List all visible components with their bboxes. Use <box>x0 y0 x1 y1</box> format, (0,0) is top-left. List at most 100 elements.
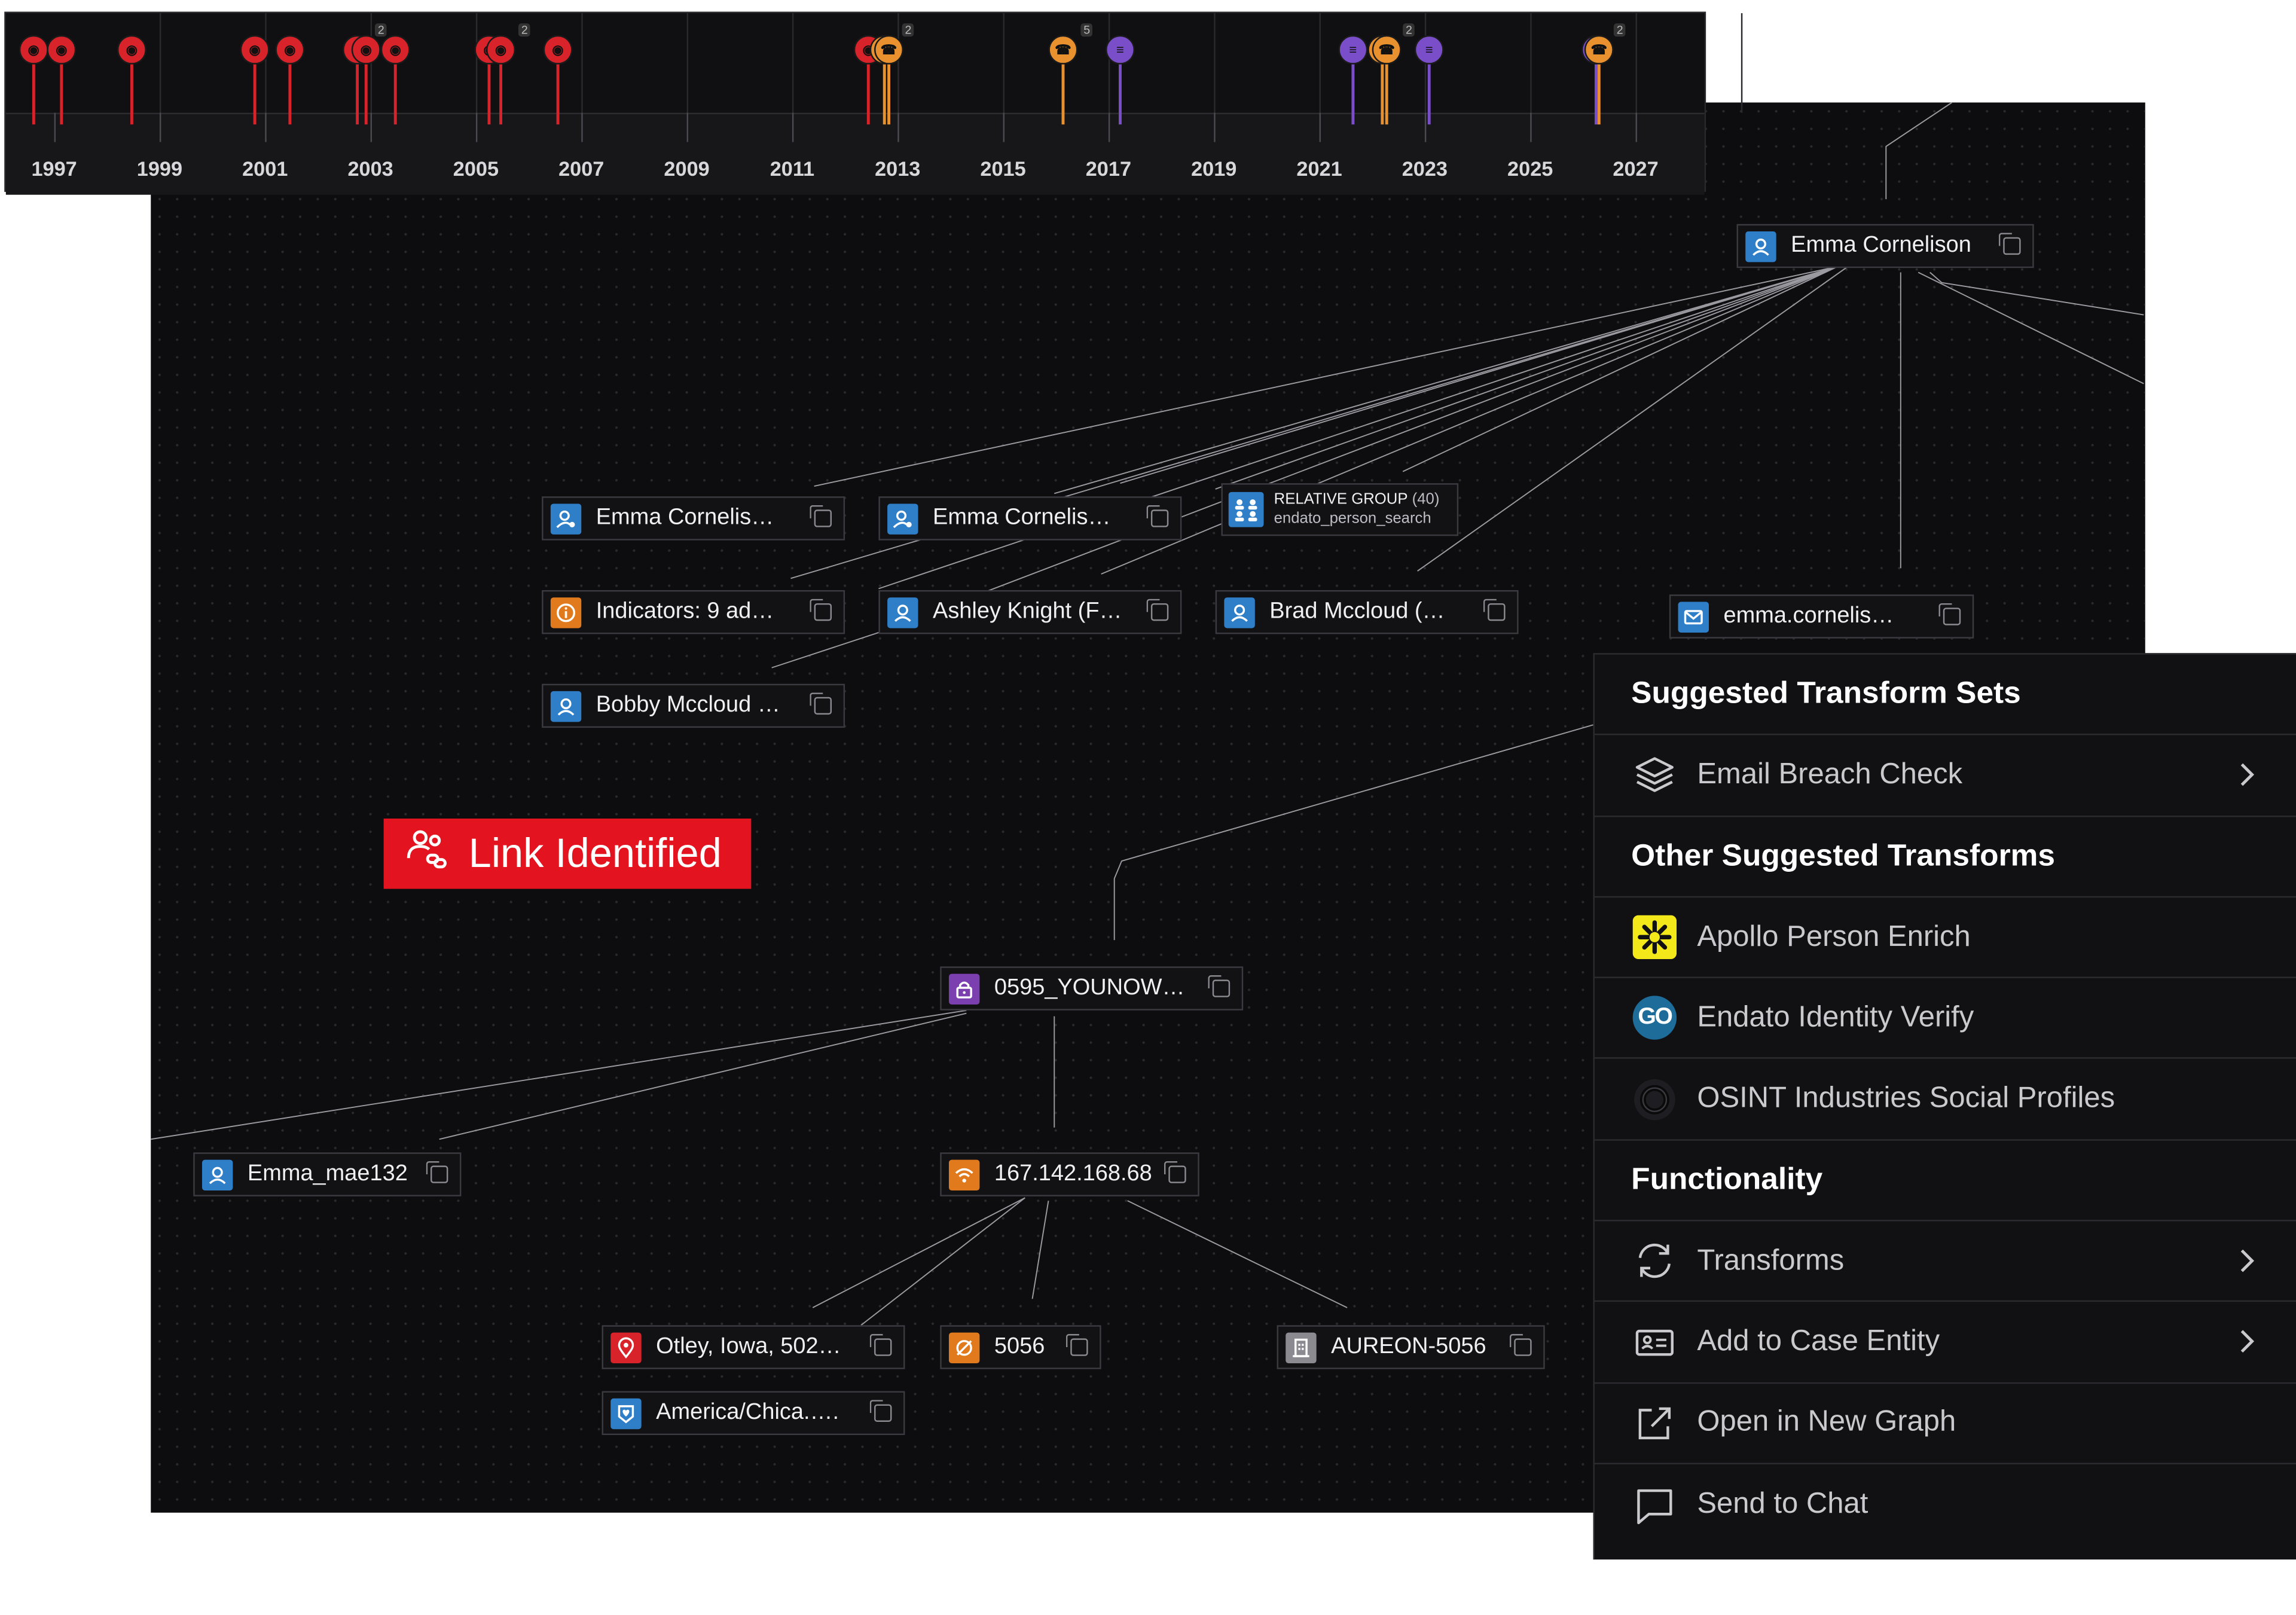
timeline-gridline <box>581 13 583 113</box>
chat-bubble-icon <box>1631 1481 1678 1528</box>
chevron-right-icon <box>2237 1248 2255 1283</box>
timeline-gridline <box>265 13 267 113</box>
location-event-icon[interactable]: ◉ <box>19 35 48 65</box>
node-label: AUREON-5056 <box>1331 1334 1486 1359</box>
timeline-gridline <box>897 13 899 113</box>
node-emma-cornelison-root[interactable]: Emma Cornelison <box>1736 224 2034 268</box>
timeline-pin-stem <box>1595 63 1598 125</box>
timeline-panel[interactable]: 1997 1999 2001 2003 2005 2007 2009 2011 2013 2015… <box>4 11 1743 195</box>
location-event-icon[interactable]: ◉ <box>240 35 270 65</box>
timeline-pin-stem <box>1385 63 1388 125</box>
timeline-year-label: 2007 <box>558 157 604 181</box>
endato-logo-text: GO <box>1632 996 1677 1040</box>
location-event-icon[interactable]: ◉ <box>117 35 146 65</box>
link-identified-badge: Link Identified <box>383 818 752 889</box>
copy-icon[interactable] <box>1938 603 1961 625</box>
node-emma-cornelison-2[interactable]: Emma Cornelis… <box>878 496 1182 541</box>
menu-item-open-in-new-graph[interactable]: Open in New Graph <box>1594 1384 2296 1464</box>
location-event-icon[interactable]: ◉ <box>543 35 573 65</box>
menu-item-osint-industries-social-profiles[interactable]: OSINT Industries Social Profiles <box>1594 1060 2296 1141</box>
location-event-icon[interactable]: ◉ <box>486 35 516 65</box>
copy-icon[interactable] <box>426 1161 448 1183</box>
location-event-icon[interactable]: ◉ <box>47 35 77 65</box>
node-location[interactable]: Otley, Iowa, 502… <box>602 1325 905 1369</box>
mail-icon <box>1678 601 1709 632</box>
document-event-icon[interactable]: ≡ <box>1414 35 1444 65</box>
node-label: Emma Cornelis… <box>933 505 1111 530</box>
node-label: Brad Mccloud (… <box>1269 599 1445 624</box>
node-brad-mccloud[interactable]: Brad Mccloud (… <box>1215 590 1519 634</box>
copy-icon[interactable] <box>810 505 832 527</box>
location-pin-icon <box>610 1332 642 1363</box>
node-email[interactable]: emma.cornelis… <box>1669 594 1974 639</box>
timeline-year-label: 2013 <box>875 157 921 181</box>
menu-item-transforms[interactable]: Transforms <box>1594 1222 2296 1303</box>
phone-event-icon[interactable]: ☎ <box>1048 35 1078 65</box>
copy-icon[interactable] <box>1998 233 2021 255</box>
node-organization[interactable]: AUREON-5056 <box>1277 1325 1545 1369</box>
node-indicators[interactable]: Indicators: 9 ad… <box>542 590 845 634</box>
copy-icon[interactable] <box>1208 975 1231 997</box>
menu-item-label: Open in New Graph <box>1697 1406 1956 1439</box>
node-ip-address[interactable]: 167.142.168.68 <box>940 1152 1199 1196</box>
location-event-icon[interactable]: ◉ <box>275 35 305 65</box>
menu-item-send-to-chat[interactable]: Send to Chat <box>1595 1464 2296 1545</box>
copy-icon[interactable] <box>869 1334 892 1356</box>
chevron-right-icon <box>2237 1329 2255 1364</box>
timeline-pin-stem <box>1428 63 1431 125</box>
copy-icon[interactable] <box>1146 599 1169 621</box>
phone-event-icon[interactable]: ☎ <box>1584 35 1614 65</box>
timeline-tick <box>581 112 583 142</box>
node-ashley-knight[interactable]: Ashley Knight (F… <box>878 590 1182 634</box>
context-menu: Suggested Transform Sets Email Breach Ch… <box>1593 653 2296 1560</box>
timeline-pin-stem <box>60 63 63 125</box>
node-password[interactable]: 0595_YOUNOW… <box>940 966 1244 1010</box>
osint-industries-logo-icon <box>1631 1076 1678 1122</box>
menu-item-label: Endato Identity Verify <box>1697 1001 1974 1034</box>
document-event-icon[interactable]: ≡ <box>1338 35 1368 65</box>
group-text: RELATIVE GROUP (40) endato_person_search <box>1274 490 1440 529</box>
copy-icon[interactable] <box>810 692 832 715</box>
copy-icon[interactable] <box>1146 505 1169 527</box>
timeline-tick <box>54 112 56 142</box>
phone-event-icon[interactable]: ☎ <box>1372 35 1402 65</box>
menu-item-label: Add to Case Entity <box>1697 1325 1940 1358</box>
copy-icon[interactable] <box>1483 599 1506 621</box>
menu-item-label: Email Breach Check <box>1697 758 1963 791</box>
copy-icon[interactable] <box>810 599 832 621</box>
copy-icon[interactable] <box>869 1400 892 1422</box>
menu-item-endato-identity-verify[interactable]: GO Endato Identity Verify <box>1594 978 2296 1060</box>
location-event-icon[interactable]: ◉ <box>351 35 381 65</box>
building-icon <box>1286 1332 1317 1363</box>
timeline-pin-stem <box>1062 63 1064 125</box>
timeline-year-label: 2001 <box>242 157 288 181</box>
lock-icon <box>948 973 980 1004</box>
timeline-tick <box>686 112 689 142</box>
timeline-tick <box>897 112 899 142</box>
timeline-gridline <box>792 13 794 113</box>
timeline-count-badge: 2 <box>1403 23 1415 37</box>
copy-icon[interactable] <box>1509 1334 1532 1356</box>
copy-icon[interactable] <box>1164 1161 1186 1183</box>
node-label: 5056 <box>994 1334 1045 1359</box>
phone-event-icon[interactable]: ☎ <box>874 35 904 65</box>
node-asn[interactable]: 5056 <box>940 1325 1101 1369</box>
node-relative-group[interactable]: RELATIVE GROUP (40) endato_person_search <box>1221 483 1459 536</box>
timeline-year-label: 2011 <box>770 157 815 181</box>
menu-item-apollo-person-enrich[interactable]: Apollo Person Enrich <box>1594 897 2296 979</box>
node-timezone[interactable]: America/Chica.…. <box>602 1391 905 1436</box>
node-username[interactable]: Emma_mae132 <box>193 1152 462 1196</box>
document-event-icon[interactable]: ≡ <box>1105 35 1135 65</box>
copy-icon[interactable] <box>1065 1334 1088 1356</box>
menu-item-label: Transforms <box>1697 1244 1845 1277</box>
menu-item-add-to-case-entity[interactable]: Add to Case Entity <box>1594 1302 2296 1384</box>
menu-item-label: Apollo Person Enrich <box>1697 920 1971 953</box>
menu-header-functionality: Functionality <box>1594 1140 2296 1222</box>
globe-pin-icon <box>610 1397 642 1428</box>
location-event-icon[interactable]: ◉ <box>380 35 410 65</box>
node-bobby-mccloud[interactable]: Bobby Mccloud … <box>542 683 845 728</box>
menu-item-email-breach-check[interactable]: Email Breach Check <box>1594 735 2296 817</box>
node-emma-cornelison-1[interactable]: Emma Cornelis… <box>542 496 845 541</box>
timeline-pin-stem <box>289 63 291 125</box>
timeline-tick <box>475 112 478 142</box>
